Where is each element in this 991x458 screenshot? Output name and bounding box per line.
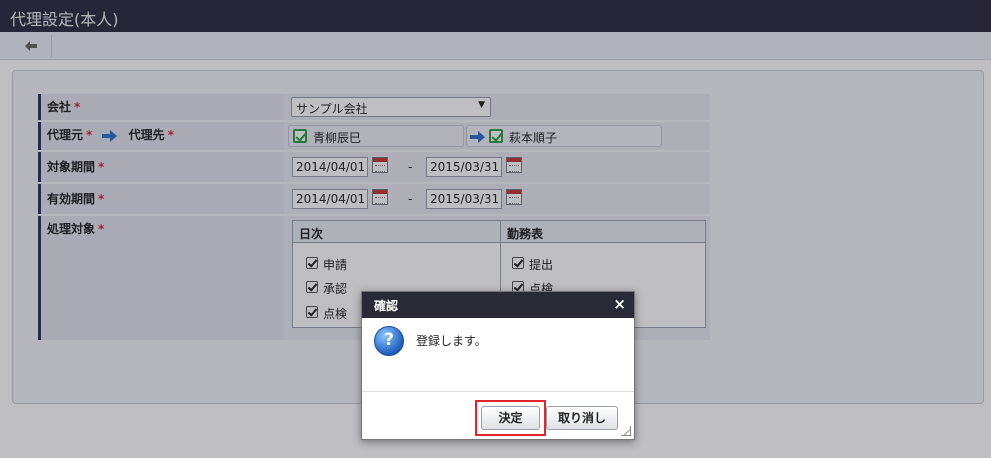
- question-icon: ?: [374, 326, 404, 356]
- dialog-header: 確認 ×: [362, 292, 634, 318]
- dialog-message: 登録します。: [416, 334, 487, 348]
- ok-button[interactable]: 決定: [481, 406, 540, 430]
- close-icon[interactable]: ×: [613, 295, 626, 313]
- resize-handle-icon[interactable]: [621, 426, 631, 436]
- confirm-dialog: 確認 × ? 登録します。 決定 取り消し: [361, 291, 635, 440]
- cancel-button[interactable]: 取り消し: [546, 406, 618, 430]
- dialog-title: 確認: [374, 299, 399, 313]
- dialog-footer: 決定 取り消し: [362, 391, 634, 439]
